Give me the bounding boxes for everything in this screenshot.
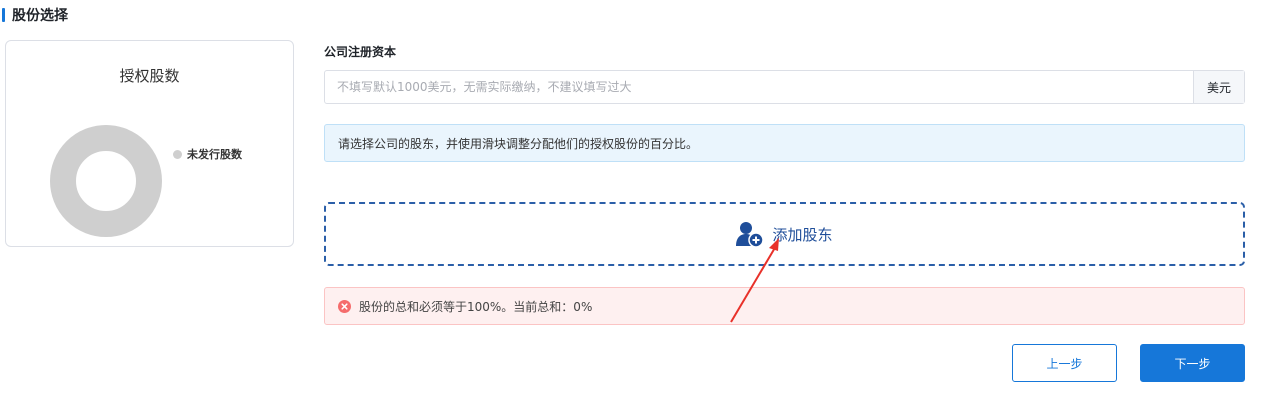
registered-capital-input[interactable] [325,71,1193,103]
error-alert-text: 股份的总和必须等于100%。当前总和：0% [359,299,593,314]
next-step-button[interactable]: 下一步 [1140,344,1245,382]
section-title: 股份选择 [12,8,68,24]
donut-slice-未发行股数 [50,125,162,237]
error-circle-icon [338,299,351,313]
error-alert: 股份的总和必须等于100%。当前总和：0% [324,287,1245,325]
info-alert-text: 请选择公司的股东，并使用滑块调整分配他们的授权股份的百分比。 [338,136,699,151]
donut-chart [50,125,162,237]
section-accent-bar [2,8,5,22]
add-user-icon [736,220,765,248]
chart-title: 授权股数 [119,67,180,85]
legend-swatch [173,149,182,159]
legend-label: 未发行股数 [187,148,242,161]
previous-step-button[interactable]: 上一步 [1012,344,1117,382]
registered-capital-label: 公司注册资本 [324,45,397,59]
add-shareholder-button[interactable]: 添加股东 [324,202,1245,266]
add-shareholder-label: 添加股东 [772,225,833,244]
info-alert: 请选择公司的股东，并使用滑块调整分配他们的授权股份的百分比。 [324,124,1245,162]
share-selection-page: 股份选择 授权股数 未发行股数 公司注册资本 美元 请选择公司的股东，并使用滑块… [0,0,1268,411]
section-header: 股份选择 [0,5,68,25]
chart-legend: 未发行股数 [173,146,242,162]
registered-capital-group: 美元 [324,70,1245,104]
currency-suffix: 美元 [1193,71,1244,103]
authorized-shares-chart-card: 授权股数 未发行股数 [5,40,294,247]
